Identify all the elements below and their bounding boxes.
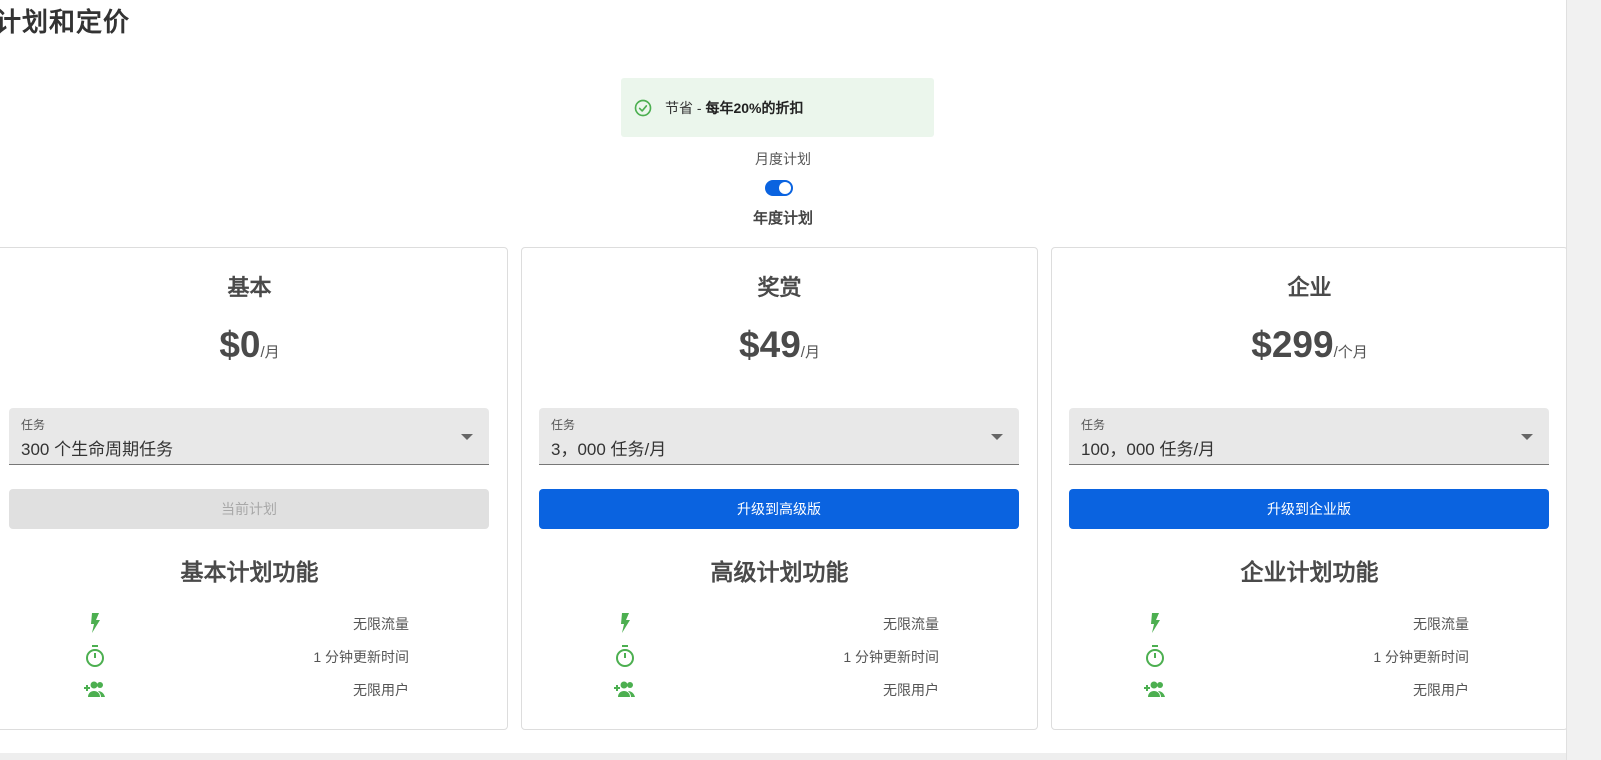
toggle-knob: [779, 182, 791, 194]
upgrade-enterprise-button[interactable]: 升级到企业版: [1069, 489, 1549, 529]
bolt-icon: [621, 613, 630, 633]
plan-card-enterprise: 企业 $299/个月 任务 100，000 任务/月 升级到企业版 企业计划功能…: [1051, 247, 1568, 730]
check-circle-icon: [634, 99, 652, 116]
plan-price: $49/月: [522, 324, 1037, 366]
price-amount: $0: [219, 324, 261, 365]
plan-name: 奖赏: [757, 275, 802, 300]
timer-icon: [86, 645, 104, 667]
select-label: 任务: [1081, 418, 1106, 432]
features-title: 企业计划功能: [1240, 559, 1379, 585]
price-unit: /月: [800, 344, 820, 361]
price-amount: $299: [1251, 324, 1334, 365]
features-title: 基本计划功能: [180, 559, 319, 585]
bolt-icon: [91, 613, 100, 633]
select-label: 任务: [21, 418, 46, 432]
feature-text: 无限流量: [883, 616, 939, 632]
feature-item: 1 分钟更新时间: [0, 644, 507, 674]
pricing-page: 计划和定价 节省 - 每年20%的折扣 月度计划 年度计划 基本 $0/月 任务…: [0, 0, 1568, 753]
billing-toggle[interactable]: [765, 180, 793, 196]
tasks-select[interactable]: 任务 100，000 任务/月: [1069, 408, 1549, 465]
tasks-select[interactable]: 任务 300 个生命周期任务: [9, 408, 489, 465]
add-users-icon: [1144, 681, 1165, 697]
add-users-icon: [84, 681, 105, 697]
select-label: 任务: [551, 418, 576, 432]
plan-price: $0/月: [0, 324, 507, 366]
tasks-select[interactable]: 任务 3，000 任务/月: [539, 408, 1019, 465]
price-amount: $49: [739, 324, 801, 365]
feature-text: 无限流量: [353, 616, 409, 632]
scrollbar-track[interactable]: [1566, 0, 1601, 760]
feature-item: 无限流量: [522, 611, 1037, 641]
feature-item: 无限用户: [1052, 677, 1567, 707]
price-unit: /个月: [1333, 344, 1368, 361]
feature-text: 无限流量: [1413, 616, 1469, 632]
savings-prefix: 节省 -: [665, 99, 706, 116]
plan-name: 基本: [227, 275, 272, 300]
timer-icon: [1146, 645, 1164, 667]
feature-text: 无限用户: [353, 682, 409, 698]
feature-item: 无限流量: [0, 611, 507, 641]
feature-item: 无限用户: [522, 677, 1037, 707]
dropdown-arrow-icon: [991, 434, 1003, 440]
feature-text: 1 分钟更新时间: [1373, 649, 1469, 665]
feature-item: 1 分钟更新时间: [1052, 644, 1567, 674]
feature-text: 无限用户: [1413, 682, 1469, 698]
feature-item: 无限用户: [0, 677, 507, 707]
dropdown-arrow-icon: [1521, 434, 1533, 440]
feature-text: 无限用户: [883, 682, 939, 698]
select-value: 300 个生命周期任务: [21, 440, 174, 459]
features-title: 高级计划功能: [710, 559, 849, 585]
plan-card-premium: 奖赏 $49/月 任务 3，000 任务/月 升级到高级版 高级计划功能 无限流…: [521, 247, 1038, 730]
bolt-icon: [1151, 613, 1160, 633]
timer-icon: [616, 645, 634, 667]
select-value: 3，000 任务/月: [551, 440, 667, 459]
page-title: 计划和定价: [0, 7, 131, 37]
upgrade-premium-button[interactable]: 升级到高级版: [539, 489, 1019, 529]
plan-card-basic: 基本 $0/月 任务 300 个生命周期任务 当前计划 基本计划功能 无限流量 …: [0, 247, 508, 730]
dropdown-arrow-icon: [461, 434, 473, 440]
add-users-icon: [614, 681, 635, 697]
price-unit: /月: [260, 344, 280, 361]
yearly-plan-label: 年度计划: [752, 210, 813, 227]
select-value: 100，000 任务/月: [1081, 440, 1216, 459]
feature-item: 1 分钟更新时间: [522, 644, 1037, 674]
savings-banner: 节省 - 每年20%的折扣: [621, 78, 934, 137]
current-plan-button[interactable]: 当前计划: [9, 489, 489, 529]
monthly-plan-label: 月度计划: [755, 151, 811, 167]
plan-name: 企业: [1287, 275, 1332, 300]
feature-text: 1 分钟更新时间: [313, 649, 409, 665]
feature-item: 无限流量: [1052, 611, 1567, 641]
savings-highlight: 每年20%的折扣: [705, 99, 804, 116]
feature-text: 1 分钟更新时间: [843, 649, 939, 665]
savings-text: 节省 - 每年20%的折扣: [665, 98, 803, 118]
page-bottom-edge: [0, 753, 1566, 760]
plan-price: $299/个月: [1052, 324, 1567, 366]
